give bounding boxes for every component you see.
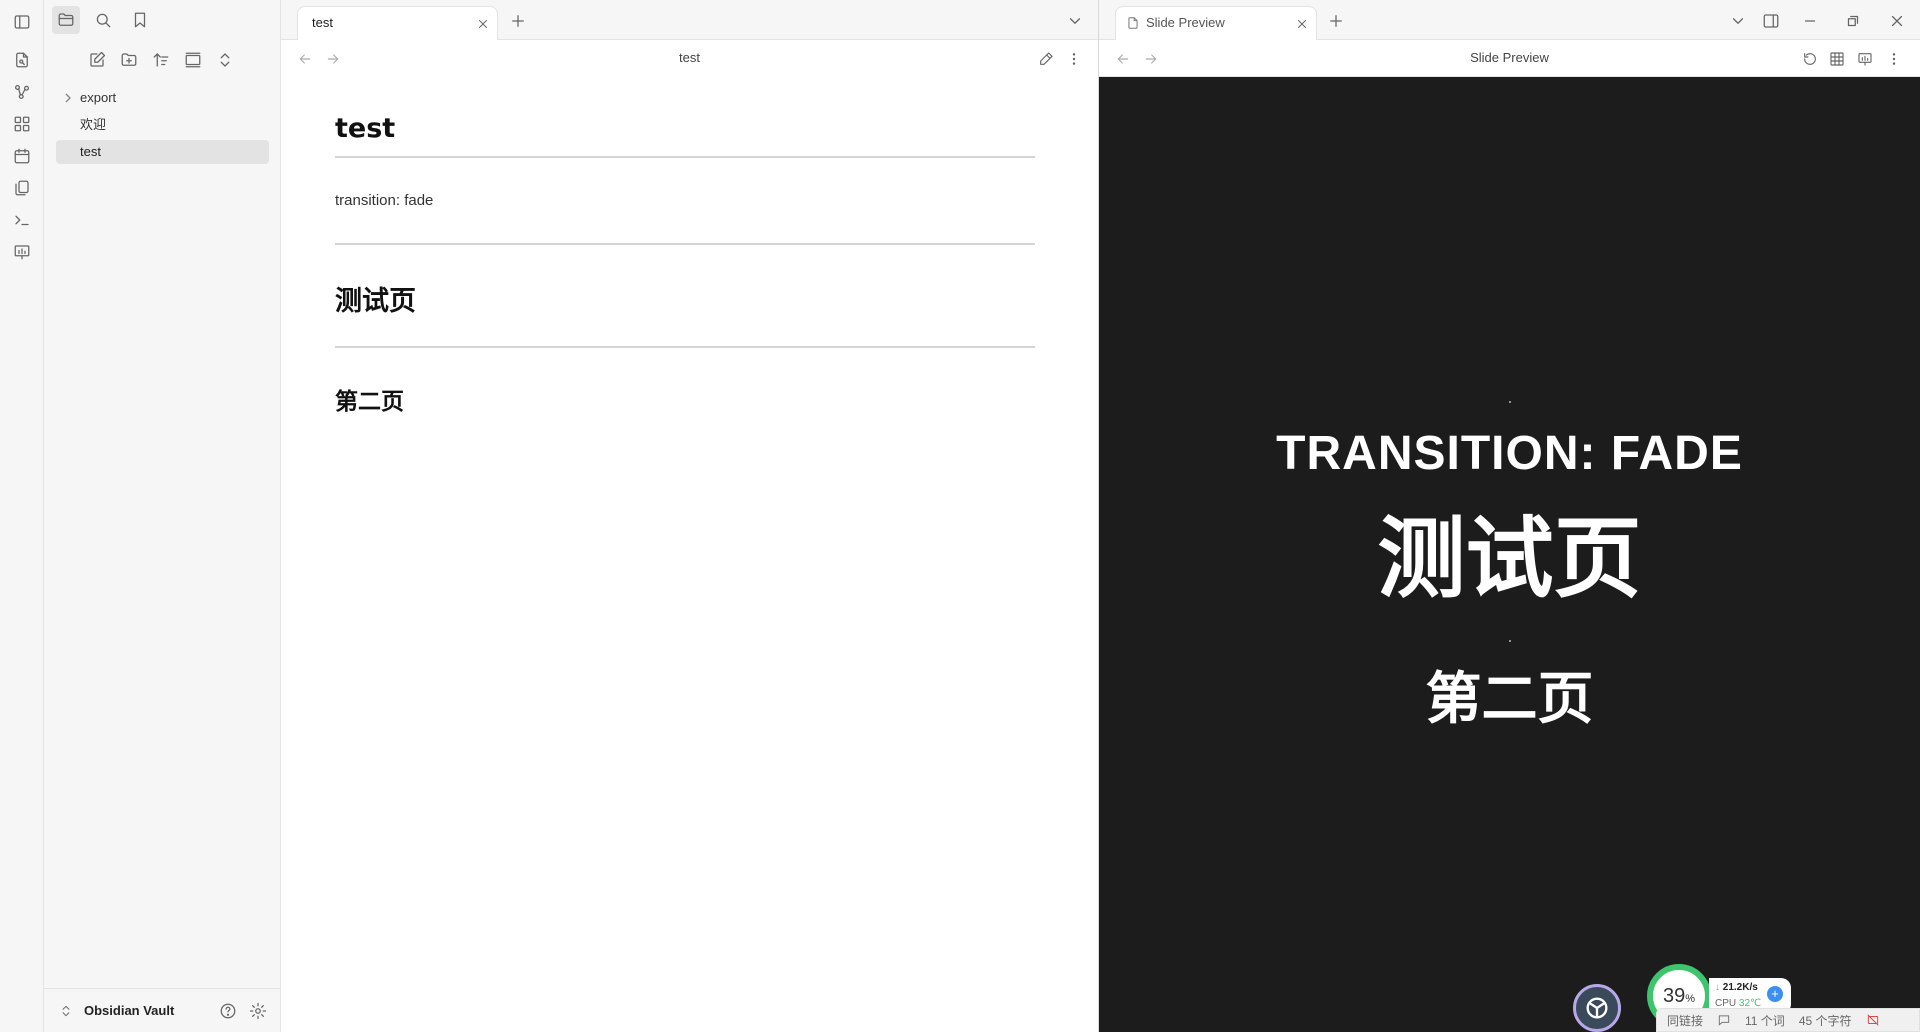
open-quick-switcher-icon[interactable] xyxy=(10,48,34,72)
slide-canvas[interactable]: TRANSITION: FADE 测试页 第二页 xyxy=(1099,78,1920,1032)
slide-heading-test-page: 测试页 xyxy=(1377,509,1642,608)
gauge-unit: % xyxy=(1685,993,1696,1005)
slide-marker-dot xyxy=(1509,640,1511,642)
tab-slide-preview[interactable]: Slide Preview xyxy=(1115,6,1317,40)
tab-list-chevron-down-icon[interactable] xyxy=(1063,9,1087,33)
more-options-icon[interactable] xyxy=(1061,46,1087,72)
slide-heading-second-page: 第二页 xyxy=(1425,667,1594,730)
file-icon xyxy=(1128,17,1138,29)
auto-reveal-file-icon[interactable] xyxy=(179,46,207,74)
slides-presentation-icon[interactable] xyxy=(10,240,34,264)
window-minimize-icon[interactable] xyxy=(1797,8,1823,34)
note-heading-1: test xyxy=(335,113,396,144)
new-tab-plus-icon[interactable] xyxy=(1324,9,1348,33)
preview-nav-bar: Slide Preview xyxy=(1099,40,1920,77)
daily-note-calendar-icon[interactable] xyxy=(10,144,34,168)
file-explorer-sidebar: export 欢迎 test Obsidian Vault xyxy=(44,0,281,1032)
help-icon[interactable] xyxy=(214,997,242,1025)
note-content[interactable]: test transition: fade 测试页 第二页 xyxy=(335,77,1035,416)
toggle-right-sidebar-icon[interactable] xyxy=(1758,8,1784,34)
search-tab-icon[interactable] xyxy=(89,6,117,34)
view-title[interactable]: test xyxy=(281,50,1098,65)
reload-preview-icon[interactable] xyxy=(1797,46,1823,72)
comment-icon[interactable] xyxy=(1717,1013,1731,1027)
grid-overview-icon[interactable] xyxy=(1824,46,1850,72)
tab-label: Slide Preview xyxy=(1146,15,1225,30)
command-palette-icon[interactable] xyxy=(10,208,34,232)
new-note-icon[interactable] xyxy=(83,46,111,74)
sort-order-icon[interactable] xyxy=(147,46,175,74)
floating-app-avatar-icon[interactable] xyxy=(1573,984,1621,1032)
vault-name[interactable]: Obsidian Vault xyxy=(84,1003,174,1018)
edit-pencil-icon[interactable] xyxy=(1033,46,1059,72)
tree-item-label: test xyxy=(80,144,101,159)
close-tab-icon[interactable] xyxy=(1292,14,1312,34)
slide-heading-transition: TRANSITION: FADE xyxy=(1276,427,1743,480)
note-heading-2: 测试页 xyxy=(335,286,416,317)
gauge-percent: 39 xyxy=(1662,984,1686,1007)
slide-separator xyxy=(335,346,1035,348)
tree-folder-export[interactable]: export xyxy=(56,86,269,110)
graph-view-icon[interactable] xyxy=(10,80,34,104)
chevron-right-icon xyxy=(65,93,71,103)
tab-list-chevron-down-icon[interactable] xyxy=(1726,9,1750,33)
editor-nav-bar: test xyxy=(281,40,1098,77)
canvas-icon[interactable] xyxy=(10,112,34,136)
widget-plus-badge-icon[interactable]: + xyxy=(1767,986,1783,1002)
sync-status[interactable]: 同链接 xyxy=(1667,1012,1703,1029)
new-folder-icon[interactable] xyxy=(115,46,143,74)
tab-label: test xyxy=(312,15,333,30)
tree-file-test[interactable]: test xyxy=(56,140,269,164)
tab-test[interactable]: test xyxy=(297,6,498,40)
open-presentation-icon[interactable] xyxy=(1852,46,1878,72)
editor-tab-strip: test xyxy=(281,0,1098,40)
tree-item-label: 欢迎 xyxy=(80,117,107,132)
preview-tab-strip: Slide Preview xyxy=(1099,0,1920,40)
left-ribbon xyxy=(0,0,44,1032)
window-close-icon[interactable] xyxy=(1884,8,1910,34)
net-speed-value: 21.2K/s xyxy=(1722,982,1758,993)
window-restore-icon[interactable] xyxy=(1840,8,1866,34)
note-paragraph: transition: fade xyxy=(335,192,434,209)
character-count: 45 个字符 xyxy=(1798,1013,1852,1028)
slide-preview-pane: Slide Preview Slide Preview TRANSITION: … xyxy=(1099,0,1920,1032)
more-options-icon[interactable] xyxy=(1881,46,1907,72)
heading-divider xyxy=(335,156,1035,158)
toggle-sidebar-icon[interactable] xyxy=(10,10,34,34)
editor-pane: test test test transition: fade 测试页 第二页 xyxy=(281,0,1099,1032)
vault-switcher-bar: Obsidian Vault xyxy=(44,988,281,1032)
close-tab-icon[interactable] xyxy=(473,14,493,34)
templates-icon[interactable] xyxy=(10,176,34,200)
bookmarks-tab-icon[interactable] xyxy=(126,6,154,34)
vault-switch-chevron-icon[interactable] xyxy=(56,997,76,1025)
new-tab-plus-icon[interactable] xyxy=(506,9,530,33)
download-arrow-icon: ↓ xyxy=(1715,982,1720,993)
status-bar: 同链接 11 个词 45 个字符 xyxy=(1656,1008,1920,1032)
collapse-expand-all-icon[interactable] xyxy=(211,46,239,74)
slide-marker-dot xyxy=(1509,401,1511,403)
files-tab-folder-icon[interactable] xyxy=(52,6,80,34)
tree-item-label: export xyxy=(80,90,117,105)
tree-file-welcome[interactable]: 欢迎 xyxy=(56,113,269,137)
slide-separator xyxy=(335,243,1035,245)
settings-gear-icon[interactable] xyxy=(244,997,272,1025)
sync-error-icon[interactable] xyxy=(1866,1013,1880,1027)
note-heading-3: 第二页 xyxy=(335,389,404,415)
word-count: 11 个词 xyxy=(1745,1013,1785,1028)
